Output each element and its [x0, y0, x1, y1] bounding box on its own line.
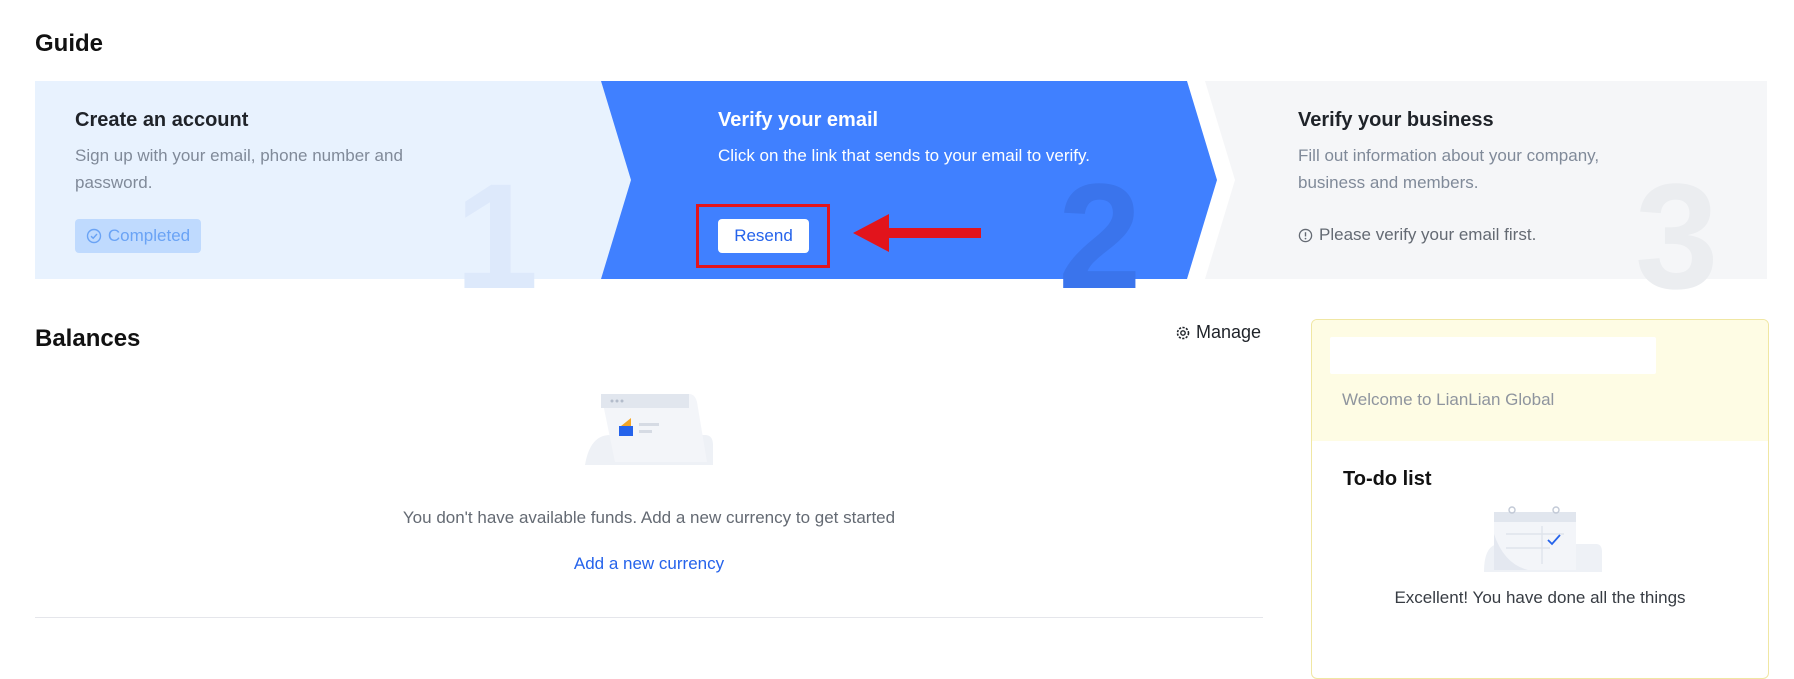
todo-empty-text: Excellent! You have done all the things: [1394, 588, 1686, 607]
verify-note-text: Please verify your email first.: [1319, 225, 1537, 244]
completed-badge: Completed: [75, 219, 201, 253]
red-arrow-icon: [853, 214, 981, 252]
step-title: Verify your business: [1298, 109, 1494, 131]
resend-button[interactable]: Resend: [718, 219, 809, 253]
step-verify-business: 3 Verify your business Fill out informat…: [1215, 81, 1767, 311]
step-description: Click on the link that sends to your ema…: [718, 146, 1090, 165]
guide-title: Guide: [35, 30, 104, 57]
step-create-account: 1 Create an account Sign up with your em…: [35, 81, 635, 311]
user-name-placeholder: [1330, 337, 1656, 374]
step-title: Verify your email: [718, 109, 879, 131]
calendar-illustration: [1484, 506, 1602, 572]
empty-wallet-illustration: [585, 394, 713, 465]
step-number: 1: [455, 152, 539, 320]
step-title: Create an account: [75, 109, 249, 131]
check-circle-icon: [86, 228, 102, 244]
add-currency-link[interactable]: Add a new currency: [35, 554, 1263, 574]
step-description: Fill out information about your company,…: [1298, 146, 1600, 192]
step-number: 2: [1058, 152, 1142, 320]
welcome-box: Welcome to LianLian Global: [1312, 320, 1768, 441]
manage-button[interactable]: Manage: [1175, 322, 1261, 343]
guide-steps: 1 Create an account Sign up with your em…: [35, 81, 1767, 311]
empty-balances-text: You don't have available funds. Add a ne…: [402, 508, 896, 527]
welcome-text: Welcome to LianLian Global: [1342, 390, 1555, 409]
balances-divider: [35, 617, 1263, 618]
manage-label: Manage: [1196, 322, 1262, 342]
gear-icon: [1176, 326, 1190, 339]
info-circle-icon: [1298, 228, 1313, 242]
completed-label: Completed: [107, 226, 191, 245]
verify-note: Please verify your email first.: [1298, 225, 1536, 245]
todo-title: To-do list: [1343, 468, 1432, 490]
step-verify-email: 2 Verify your email Click on the link th…: [643, 81, 1243, 311]
step-description: Sign up with your email, phone number an…: [75, 146, 403, 192]
side-panel: Welcome to LianLian Global To-do list Ex…: [1311, 319, 1769, 679]
balances-title: Balances: [35, 325, 141, 352]
